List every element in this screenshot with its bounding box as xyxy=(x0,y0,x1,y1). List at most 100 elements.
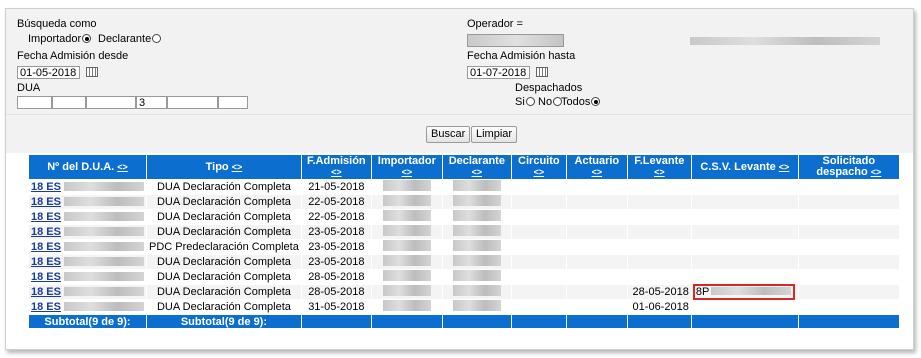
dua-link[interactable]: 18 ES xyxy=(31,301,61,313)
table-cell xyxy=(690,254,799,270)
importador-radio[interactable] xyxy=(82,34,92,43)
dua-link[interactable]: 18 ES xyxy=(31,256,61,268)
table-cell xyxy=(797,299,900,315)
dua-link[interactable]: 18 ES xyxy=(31,196,61,208)
tipo-cell: DUA Declaración Completa xyxy=(156,256,291,268)
operador-name-redacted xyxy=(690,37,880,45)
table-cell xyxy=(565,269,628,285)
col-declarante[interactable]: Declarante <> xyxy=(441,154,512,180)
dua-field-6[interactable] xyxy=(218,96,248,109)
table-cell xyxy=(690,209,799,225)
todos-radio[interactable] xyxy=(591,97,601,106)
tipo-cell: DUA Declaración Completa xyxy=(156,286,291,298)
no-label: No xyxy=(538,96,553,108)
col-csv[interactable]: C.S.V. Levante <> xyxy=(690,154,799,180)
calendar-desde-icon[interactable] xyxy=(86,67,98,77)
col-actuario[interactable]: Actuario <> xyxy=(565,154,628,180)
table-cell: 23-05-2018 xyxy=(300,254,372,270)
table-cell: 28-05-2018 xyxy=(626,284,692,300)
col-flevante[interactable]: F.Levante <> xyxy=(626,154,692,180)
table-cell xyxy=(690,224,799,240)
col-declarante-label: Declarante xyxy=(448,155,505,167)
col-importador[interactable]: Importador <> xyxy=(370,154,443,180)
dua-field-1[interactable] xyxy=(17,96,52,109)
fecha-hasta-input[interactable]: 01-07-2018 xyxy=(467,66,530,79)
dua-link[interactable]: 18 ES xyxy=(31,286,61,298)
importador-redacted xyxy=(382,300,431,311)
col-solicitado[interactable]: Solicitado despacho <> xyxy=(797,154,900,180)
limpiar-button[interactable]: Limpiar xyxy=(471,126,518,143)
fadmision-cell: 31-05-2018 xyxy=(308,301,365,313)
importador-redacted xyxy=(382,255,431,266)
buscar-button[interactable]: Buscar xyxy=(426,126,471,143)
col-fadmision-label: F.Admisión xyxy=(306,155,366,167)
table-cell xyxy=(626,239,692,255)
dua-link[interactable]: 18 ES xyxy=(31,241,61,253)
table-cell: DUA Declaración Completa xyxy=(146,224,302,240)
table-cell xyxy=(565,194,628,210)
dua-link[interactable]: 18 ES xyxy=(31,181,61,193)
declarante-redacted xyxy=(452,255,501,266)
fadmision-cell: 22-05-2018 xyxy=(308,211,365,223)
col-tipo[interactable]: Tipo <> xyxy=(146,154,302,180)
dua-field-3[interactable] xyxy=(86,96,136,109)
table-cell xyxy=(565,284,628,300)
declarante-redacted xyxy=(452,195,501,206)
sort-icon[interactable]: <> xyxy=(117,162,128,172)
busqueda-label: Búsqueda como xyxy=(17,18,97,30)
table-cell xyxy=(626,179,692,195)
table-row: 18 ES DUA Declaración Completa 23-05-2018 xyxy=(27,224,900,240)
col-solicitado-label: Solicitado despacho xyxy=(816,155,876,178)
si-option[interactable]: Si xyxy=(515,96,535,108)
results-table: Nº del D.U.A. <> Tipo <> F.Admisión <> I… xyxy=(27,154,900,329)
sort-icon[interactable]: <> xyxy=(592,167,603,177)
dua-field-2[interactable] xyxy=(52,96,86,109)
sort-icon[interactable]: <> xyxy=(331,167,342,177)
importador-redacted xyxy=(382,270,431,281)
dua-label: DUA xyxy=(17,82,41,94)
todos-option[interactable]: Todos xyxy=(561,96,601,108)
results-body: 18 ES DUA Declaración Completa 21-05-2018… xyxy=(27,179,900,329)
col-dua[interactable]: Nº del D.U.A. <> xyxy=(27,154,148,180)
table-cell: DUA Declaración Completa xyxy=(146,194,302,210)
table-cell: 18 ES xyxy=(27,239,148,255)
sort-icon[interactable]: <> xyxy=(402,167,413,177)
dua-link[interactable]: 18 ES xyxy=(31,226,61,238)
dua-link[interactable]: 18 ES xyxy=(31,211,61,223)
sort-icon[interactable]: <> xyxy=(871,167,882,177)
subtotal-cell xyxy=(370,314,443,329)
tipo-cell: DUA Declaración Completa xyxy=(156,211,291,223)
dua-field-4[interactable]: 3 xyxy=(136,96,167,109)
col-fadmision[interactable]: F.Admisión <> xyxy=(300,154,372,180)
table-row: 18 ES PDC Predeclaración Completa 23-05-2… xyxy=(27,239,900,255)
table-cell xyxy=(510,224,567,240)
si-radio[interactable] xyxy=(525,97,535,106)
declarante-option[interactable]: Declarante xyxy=(98,33,162,45)
subtotal-cell xyxy=(510,314,567,329)
subtotal-cell: Subtotal(9 de 9): xyxy=(27,314,148,329)
fadmision-cell: 28-05-2018 xyxy=(308,286,365,298)
no-option[interactable]: No xyxy=(538,96,563,108)
table-cell xyxy=(370,239,443,255)
table-cell xyxy=(797,254,900,270)
operador-input[interactable] xyxy=(467,34,564,47)
col-circuito[interactable]: Circuito <> xyxy=(510,154,567,180)
sort-icon[interactable]: <> xyxy=(534,167,545,177)
col-csv-label: C.S.V. Levante xyxy=(700,160,776,173)
sort-icon[interactable]: <> xyxy=(472,167,483,177)
importador-option[interactable]: Importador xyxy=(28,33,92,45)
subtotal-row: Subtotal(9 de 9): Subtotal(9 de 9): xyxy=(27,314,900,329)
sort-icon[interactable]: <> xyxy=(232,162,243,172)
declarante-radio[interactable] xyxy=(152,34,162,43)
table-cell: DUA Declaración Completa xyxy=(146,284,302,300)
dua-link[interactable]: 18 ES xyxy=(31,271,61,283)
dua-number-redacted xyxy=(64,242,145,251)
calendar-hasta-icon[interactable] xyxy=(536,67,548,77)
dua-field-5[interactable] xyxy=(167,96,218,109)
sort-icon[interactable]: <> xyxy=(654,167,665,177)
table-cell: 22-05-2018 xyxy=(300,194,372,210)
table-cell xyxy=(626,194,692,210)
sort-icon[interactable]: <> xyxy=(779,162,790,172)
fecha-desde-input[interactable]: 01-05-2018 xyxy=(17,66,80,79)
table-cell xyxy=(370,284,443,300)
